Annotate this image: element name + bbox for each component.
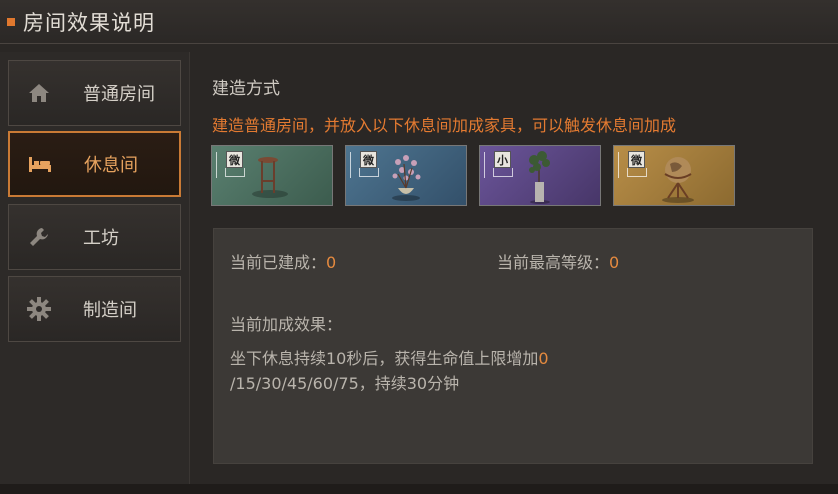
section-title: 建造方式 [212, 79, 280, 99]
size-tag: 微 [226, 151, 243, 168]
effect-line2: /15/30/45/60/75，持续30分钟 [230, 374, 460, 393]
info-panel: 当前已建成：0 当前最高等级：0 当前加成效果： 坐下休息持续10秒后，获得生命… [213, 228, 813, 464]
sidebar-item-crafting-room[interactable]: 制造间 [8, 276, 181, 342]
size-tag: 小 [494, 151, 511, 168]
effect-label: 当前加成效果： [230, 315, 343, 334]
sidebar: 普通房间 休息间 工坊 制造间 [0, 52, 190, 484]
side-table-icon [252, 157, 288, 198]
furniture-card[interactable]: 小 [479, 145, 601, 206]
sidebar-item-label: 工坊 [83, 228, 119, 249]
globe-icon [662, 157, 694, 203]
title-bar: 房间效果说明 [0, 0, 838, 44]
sidebar-item-label: 休息间 [84, 155, 138, 176]
flower-vase-icon [392, 155, 421, 201]
bottom-border [0, 484, 838, 494]
size-tag: 微 [360, 151, 377, 168]
max-level: 当前最高等级：0 [497, 249, 619, 273]
build-instruction: 建造普通房间，并放入以下休息间加成家具，可以触发休息间加成 [212, 116, 677, 135]
wrench-icon [9, 225, 69, 249]
title-marker [7, 17, 15, 26]
size-tag: 微 [628, 151, 645, 168]
max-level-label: 当前最高等级： [497, 253, 610, 272]
built-count-label: 当前已建成： [230, 253, 327, 272]
sidebar-item-label: 普通房间 [83, 84, 155, 105]
bed-icon [10, 154, 70, 174]
sidebar-item-workshop[interactable]: 工坊 [8, 204, 181, 270]
home-icon [9, 82, 69, 104]
built-count-value: 0 [326, 253, 337, 272]
max-level-value: 0 [609, 253, 620, 272]
sidebar-item-rest-room[interactable]: 休息间 [8, 131, 181, 197]
built-count: 当前已建成：0 [230, 249, 336, 273]
effect-line1: 坐下休息持续10秒后，获得生命值上限增加 [230, 349, 539, 368]
gear-icon [9, 296, 69, 322]
furniture-card[interactable]: 微 [345, 145, 467, 206]
furniture-card[interactable]: 微 [211, 145, 333, 206]
sidebar-item-label: 制造间 [83, 300, 137, 321]
window-title: 房间效果说明 [23, 10, 155, 35]
main-content: 建造方式 建造普通房间，并放入以下休息间加成家具，可以触发休息间加成 微 微 小… [196, 52, 838, 494]
potted-plant-icon [529, 151, 550, 204]
effect-description: 坐下休息持续10秒后，获得生命值上限增加0 /15/30/45/60/75，持续… [230, 346, 670, 396]
furniture-card[interactable]: 微 [613, 145, 735, 206]
sidebar-item-normal-room[interactable]: 普通房间 [8, 60, 181, 126]
effect-line1-value: 0 [538, 349, 549, 368]
